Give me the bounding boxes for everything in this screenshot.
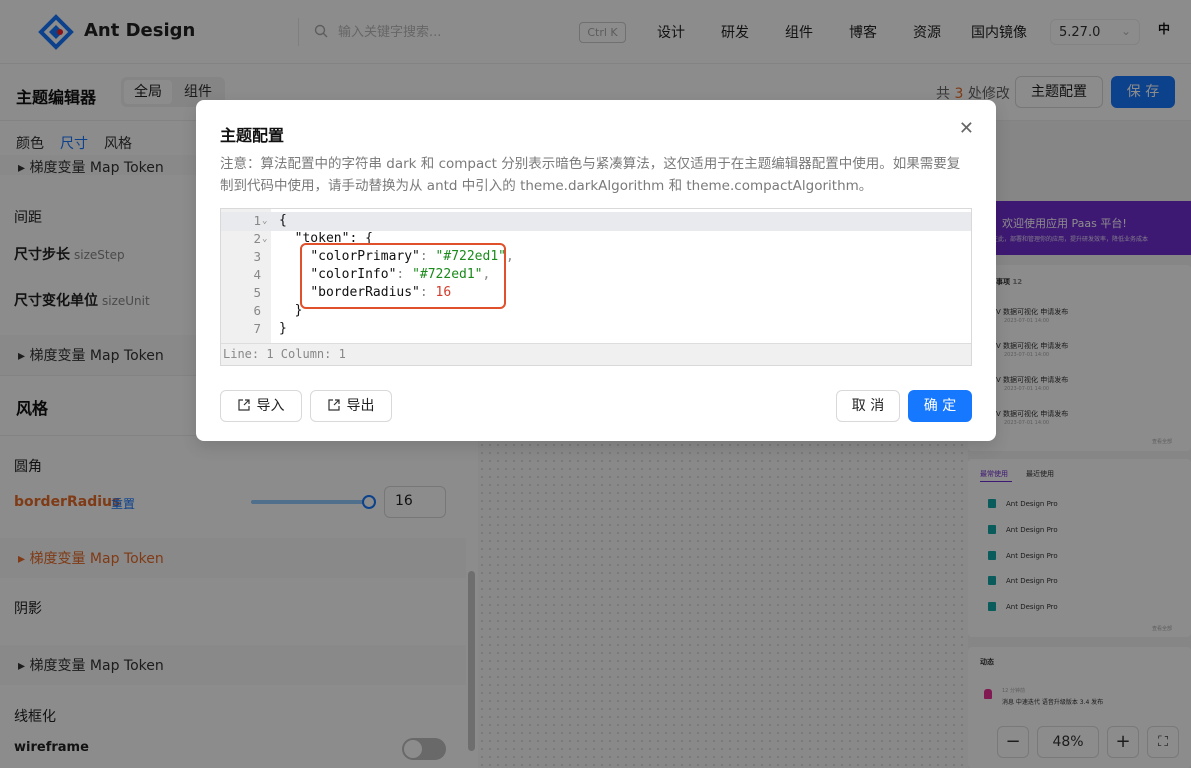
export-icon bbox=[327, 399, 340, 411]
line-number: 7 bbox=[253, 321, 261, 336]
close-icon[interactable]: ✕ bbox=[959, 118, 974, 139]
highlight-box bbox=[300, 243, 506, 309]
line-number: 4 bbox=[253, 267, 261, 282]
modal-note: 注意：算法配置中的字符串 dark 和 compact 分别表示暗色与紧凑算法，… bbox=[220, 156, 961, 194]
code-line: } bbox=[279, 321, 287, 336]
theme-config-modal: 主题配置 ✕ 注意：算法配置中的字符串 dark 和 compact 分别表示暗… bbox=[196, 100, 996, 441]
import-icon bbox=[237, 399, 250, 411]
line-number: 5 bbox=[253, 285, 261, 300]
line-number: 2 bbox=[253, 231, 261, 246]
fold-chevron-icon[interactable]: ⌄ bbox=[262, 234, 267, 244]
cancel-button[interactable]: 取 消 bbox=[836, 390, 900, 422]
export-button[interactable]: 导出 bbox=[310, 390, 392, 422]
ok-button[interactable]: 确 定 bbox=[908, 390, 972, 422]
code-line: { bbox=[279, 213, 287, 228]
line-number: 1 bbox=[253, 213, 261, 228]
code-line: } bbox=[279, 303, 303, 318]
editor-status-bar: Line: 1 Column: 1 bbox=[221, 343, 971, 365]
modal-title: 主题配置 bbox=[220, 126, 285, 145]
line-number: 3 bbox=[253, 249, 261, 264]
line-number: 6 bbox=[253, 303, 261, 318]
active-line-highlight bbox=[221, 212, 971, 231]
fold-chevron-icon[interactable]: ⌄ bbox=[262, 216, 267, 226]
import-button[interactable]: 导入 bbox=[220, 390, 302, 422]
